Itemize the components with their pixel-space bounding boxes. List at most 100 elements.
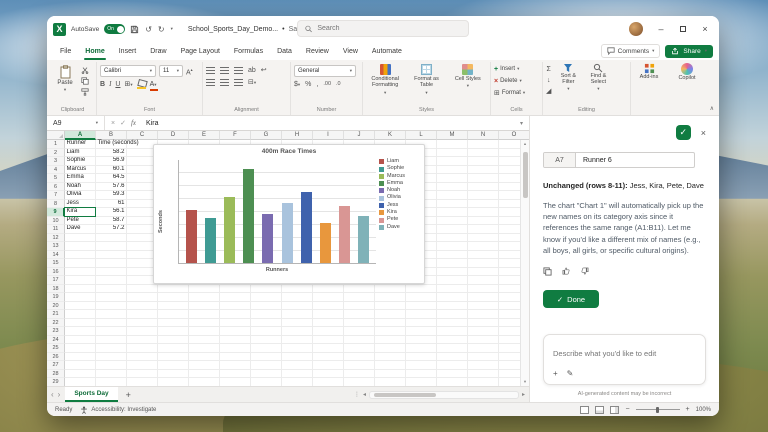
grid-cell[interactable]: [282, 302, 313, 311]
grid-cell[interactable]: [220, 327, 251, 336]
grid-cell[interactable]: Pete: [65, 217, 96, 226]
grid-cell[interactable]: [65, 353, 96, 362]
grid-cell[interactable]: [437, 166, 468, 175]
page-layout-view-icon[interactable]: [595, 406, 604, 414]
font-size-select[interactable]: 11▾: [159, 65, 183, 77]
chart-bar[interactable]: [282, 203, 293, 263]
grid-cell[interactable]: [189, 302, 220, 311]
column-header[interactable]: H: [282, 131, 313, 140]
row-header[interactable]: 4: [47, 166, 65, 175]
grid-cell[interactable]: [65, 276, 96, 285]
font-name-select[interactable]: Calibri▾: [100, 65, 156, 77]
grid-cell[interactable]: [344, 361, 375, 370]
copilot-input[interactable]: [553, 349, 696, 358]
grid-cell[interactable]: [406, 302, 437, 311]
chart-bar[interactable]: [205, 218, 216, 263]
fill-color-icon[interactable]: [137, 80, 146, 89]
grid-cell[interactable]: [251, 336, 282, 345]
grid-cell[interactable]: Time (seconds): [96, 140, 127, 149]
spreadsheet-grid[interactable]: ABCDEFGHIJKLMNO1RunnerTime (seconds)2Lia…: [47, 131, 529, 386]
addins-button[interactable]: Add-ins: [634, 63, 664, 80]
tab-automate[interactable]: Automate: [365, 42, 409, 60]
row-header[interactable]: 20: [47, 302, 65, 311]
grid-cell[interactable]: [437, 149, 468, 158]
legend-item[interactable]: Marcus: [379, 174, 421, 180]
grid-cell[interactable]: [127, 336, 158, 345]
zoom-level[interactable]: 100%: [696, 407, 711, 413]
align-bottom-icon[interactable]: [234, 67, 243, 74]
legend-item[interactable]: Olivia: [379, 195, 421, 201]
row-header[interactable]: 29: [47, 378, 65, 386]
row-header[interactable]: 24: [47, 336, 65, 345]
clear-icon[interactable]: ◢: [546, 87, 551, 96]
maximize-button[interactable]: [673, 19, 693, 39]
grid-cell[interactable]: [189, 370, 220, 379]
grid-cell[interactable]: [127, 302, 158, 311]
grid-cell[interactable]: [220, 319, 251, 328]
chart-bar[interactable]: [339, 206, 350, 263]
grid-cell[interactable]: [437, 336, 468, 345]
grid-cell[interactable]: Emma: [65, 174, 96, 183]
row-header[interactable]: 19: [47, 293, 65, 302]
grid-cell[interactable]: [375, 310, 406, 319]
column-header[interactable]: N: [468, 131, 499, 140]
minimize-button[interactable]: –: [651, 19, 671, 39]
grid-cell[interactable]: [65, 259, 96, 268]
grid-cell[interactable]: [127, 353, 158, 362]
grid-cell[interactable]: Dave: [65, 225, 96, 234]
grid-cell[interactable]: [220, 285, 251, 294]
grid-cell[interactable]: [220, 310, 251, 319]
grid-cell[interactable]: [468, 166, 499, 175]
grid-cell[interactable]: [158, 361, 189, 370]
pen-icon[interactable]: ✎: [567, 370, 574, 378]
grid-cell[interactable]: [375, 370, 406, 379]
grid-cell[interactable]: [220, 336, 251, 345]
underline-icon[interactable]: U: [115, 80, 120, 89]
grid-cell[interactable]: [96, 310, 127, 319]
grid-cell[interactable]: [96, 361, 127, 370]
grid-cell[interactable]: [468, 310, 499, 319]
merge-center-icon[interactable]: ⊟▾: [248, 78, 256, 87]
grid-cell[interactable]: [127, 319, 158, 328]
grid-cell[interactable]: [96, 370, 127, 379]
grid-cell[interactable]: 61: [96, 200, 127, 209]
grid-cell[interactable]: [375, 293, 406, 302]
grid-cell[interactable]: Noah: [65, 183, 96, 192]
grid-cell[interactable]: [468, 149, 499, 158]
grid-cell[interactable]: [313, 353, 344, 362]
grid-cell[interactable]: [375, 344, 406, 353]
grid-cell[interactable]: [437, 344, 468, 353]
grid-cell[interactable]: [406, 327, 437, 336]
grid-cell[interactable]: [220, 361, 251, 370]
grid-cell[interactable]: Jess: [65, 200, 96, 209]
search-box[interactable]: [297, 20, 469, 37]
grid-cell[interactable]: [468, 234, 499, 243]
grid-cell[interactable]: [96, 234, 127, 243]
row-header[interactable]: 10: [47, 217, 65, 226]
tab-insert[interactable]: Insert: [112, 42, 144, 60]
accessibility-button[interactable]: Accessibility: Investigate: [80, 406, 156, 414]
add-context-icon[interactable]: +: [553, 370, 558, 378]
grid-cell[interactable]: [375, 285, 406, 294]
grid-cell[interactable]: [437, 225, 468, 234]
grid-cell[interactable]: [220, 378, 251, 386]
grid-cell[interactable]: 60.1: [96, 166, 127, 175]
next-sheet-icon[interactable]: ›: [58, 391, 61, 399]
column-header[interactable]: I: [313, 131, 344, 140]
column-header[interactable]: O: [499, 131, 529, 140]
row-header[interactable]: 23: [47, 327, 65, 336]
grid-cell[interactable]: [468, 157, 499, 166]
grid-cell[interactable]: [282, 293, 313, 302]
qat-dropdown-icon[interactable]: ▾: [171, 26, 173, 32]
grid-cell[interactable]: [127, 370, 158, 379]
grid-cell[interactable]: [251, 378, 282, 386]
grid-cell[interactable]: [251, 353, 282, 362]
grid-cell[interactable]: [65, 370, 96, 379]
grid-cell[interactable]: [65, 378, 96, 386]
grid-cell[interactable]: [468, 268, 499, 277]
grid-cell[interactable]: 64.5: [96, 174, 127, 183]
grid-cell[interactable]: Kira: [65, 208, 96, 217]
conditional-formatting-button[interactable]: Conditional Formatting ▾: [366, 63, 404, 95]
grid-cell[interactable]: [282, 319, 313, 328]
grid-cell[interactable]: [344, 336, 375, 345]
